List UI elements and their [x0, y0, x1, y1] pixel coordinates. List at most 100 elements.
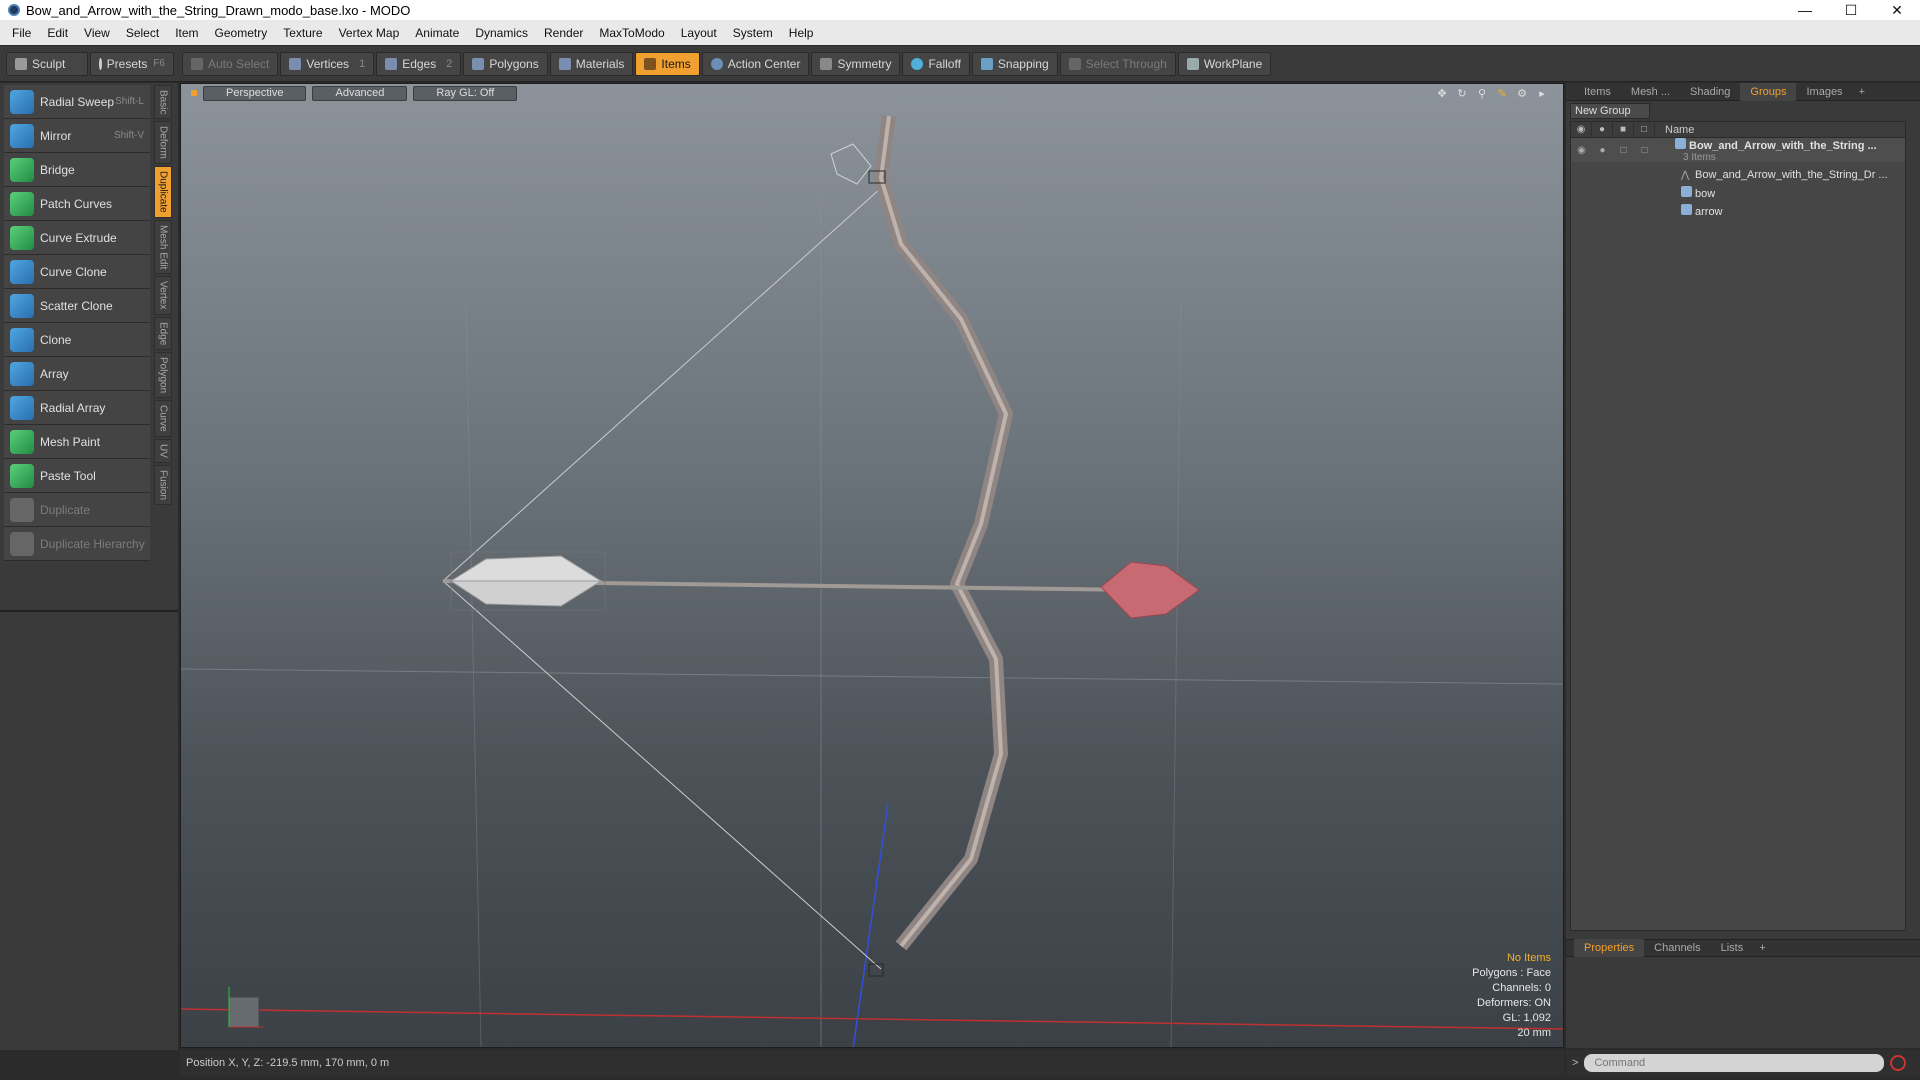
tab-mesh[interactable]: Mesh ... — [1621, 83, 1680, 101]
menu-select[interactable]: Select — [118, 26, 167, 40]
auto-select-button[interactable]: Auto Select — [182, 51, 279, 76]
polygons-button[interactable]: Polygons — [463, 51, 548, 76]
visibility-column-icon[interactable]: ◉ — [1571, 121, 1592, 138]
3d-viewport[interactable]: Perspective Advanced Ray GL: Off ✥ ↻ ⚲ ✎… — [180, 83, 1564, 1048]
tree-item[interactable]: ⋀ Bow_and_Arrow_with_the_String_Dr ... — [1571, 166, 1905, 184]
tab-groups[interactable]: Groups — [1740, 82, 1797, 101]
vertices-button[interactable]: Vertices 1 — [280, 51, 375, 76]
menu-view[interactable]: View — [76, 26, 118, 40]
menu-maxtomodo[interactable]: MaxToModo — [591, 26, 672, 40]
command-input[interactable] — [1584, 1054, 1885, 1072]
tab-duplicate[interactable]: Duplicate — [154, 166, 172, 218]
menu-vertex-map[interactable]: Vertex Map — [331, 26, 408, 40]
raygl-button[interactable]: Ray GL: Off — [413, 85, 518, 101]
menu-edit[interactable]: Edit — [39, 26, 76, 40]
tab-items[interactable]: Items — [1574, 83, 1621, 101]
radial-sweep-tool[interactable]: Radial Sweep Shift-L — [4, 85, 150, 119]
crosshair-icon — [710, 57, 723, 70]
menu-animate[interactable]: Animate — [407, 26, 467, 40]
rotate-view-icon[interactable]: ↻ — [1455, 86, 1469, 100]
eye-icon[interactable]: ◉ — [1571, 145, 1592, 156]
maximize-icon[interactable]: ☐ — [1828, 0, 1874, 20]
tab-polygon[interactable]: Polygon — [154, 352, 172, 399]
tab-shading[interactable]: Shading — [1680, 83, 1740, 101]
scatter-clone-tool[interactable]: Scatter Clone — [4, 289, 150, 323]
duplicate-hierarchy-tool[interactable]: Duplicate Hierarchy — [4, 527, 150, 561]
menu-texture[interactable]: Texture — [275, 26, 330, 40]
tree-item[interactable]: bow — [1571, 184, 1905, 202]
radial-sweep-icon — [10, 89, 34, 114]
advanced-shading-button[interactable]: Advanced — [312, 85, 408, 101]
edges-icon — [385, 57, 398, 70]
tab-mesh-edit[interactable]: Mesh Edit — [154, 219, 172, 275]
array-tool[interactable]: Array — [4, 357, 150, 391]
menu-dynamics[interactable]: Dynamics — [467, 26, 536, 40]
falloff-button[interactable]: Falloff — [902, 51, 970, 76]
render-column-icon[interactable]: ● — [1592, 121, 1613, 138]
mesh-paint-tool[interactable]: Mesh Paint — [4, 425, 150, 459]
gear-icon[interactable]: ⚙ — [1515, 86, 1529, 100]
tab-edge[interactable]: Edge — [154, 316, 172, 351]
tab-curve[interactable]: Curve — [154, 400, 172, 437]
snapping-button[interactable]: Snapping — [971, 51, 1058, 76]
tab-lists[interactable]: Lists — [1711, 939, 1754, 957]
menu-system[interactable]: System — [725, 26, 781, 40]
bridge-tool[interactable]: Bridge — [4, 153, 150, 187]
radial-array-tool[interactable]: Radial Array — [4, 391, 150, 425]
items-button[interactable]: Items — [635, 51, 700, 76]
menu-geometry[interactable]: Geometry — [207, 26, 276, 40]
menu-file[interactable]: File — [4, 26, 39, 40]
patch-curves-tool[interactable]: Patch Curves — [4, 187, 150, 221]
tab-fusion[interactable]: Fusion — [154, 464, 172, 505]
paste-tool[interactable]: Paste Tool — [4, 459, 150, 493]
tab-basic[interactable]: Basic — [154, 85, 172, 120]
minimize-icon[interactable]: — — [1782, 0, 1828, 20]
tab-uv[interactable]: UV — [154, 438, 172, 463]
pencil-icon[interactable]: ✎ — [1495, 86, 1509, 100]
menu-help[interactable]: Help — [781, 26, 822, 40]
select-through-button[interactable]: Select Through — [1059, 51, 1176, 76]
tree-item[interactable]: arrow — [1571, 202, 1905, 220]
add-tab-icon[interactable]: + — [1853, 83, 1871, 101]
clone-tool[interactable]: Clone — [4, 323, 150, 357]
zoom-view-icon[interactable]: ⚲ — [1475, 86, 1489, 100]
menu-render[interactable]: Render — [536, 26, 591, 40]
tab-channels[interactable]: Channels — [1644, 939, 1710, 957]
main-toolbar: Sculpt Presets F6 Auto Select Vertices 1 E… — [0, 46, 1920, 82]
sculpt-button[interactable]: Sculpt — [6, 51, 88, 76]
workplane-button[interactable]: WorkPlane — [1177, 51, 1272, 76]
curve-clone-tool[interactable]: Curve Clone — [4, 255, 150, 289]
play-icon[interactable]: ▸ — [1535, 86, 1549, 100]
menu-item[interactable]: Item — [167, 26, 206, 40]
action-center-button[interactable]: Action Center — [701, 51, 810, 76]
viewport-menu-icon[interactable] — [191, 90, 197, 96]
stop-icon[interactable] — [1890, 1055, 1907, 1071]
perspective-button[interactable]: Perspective — [203, 85, 307, 101]
new-group-button[interactable]: New Group — [1570, 103, 1650, 119]
lock-icon[interactable]: □ — [1613, 145, 1634, 156]
select-icon[interactable]: □ — [1634, 145, 1655, 156]
viewport-nav-icons: ✥ ↻ ⚲ ✎ ⚙ ▸ — [1429, 86, 1549, 100]
edges-button[interactable]: Edges 2 — [376, 51, 462, 76]
axis-orientation-gizmo[interactable] — [228, 996, 260, 1028]
mesh-paint-icon — [10, 429, 34, 454]
move-view-icon[interactable]: ✥ — [1435, 86, 1449, 100]
menu-layout[interactable]: Layout — [673, 26, 725, 40]
lock-column-icon[interactable]: ■ — [1613, 121, 1634, 138]
duplicate-tool[interactable]: Duplicate — [4, 493, 150, 527]
render-icon[interactable]: ● — [1592, 145, 1613, 156]
symmetry-button[interactable]: Symmetry — [811, 51, 901, 76]
tab-vertex[interactable]: Vertex — [154, 276, 172, 315]
group-row[interactable]: ◉ ● □ □ Bow_and_Arrow_with_the_String ... 3… — [1571, 137, 1905, 163]
tab-deform[interactable]: Deform — [154, 121, 172, 165]
mirror-tool[interactable]: Mirror Shift-V — [4, 119, 150, 153]
close-icon[interactable]: ✕ — [1874, 0, 1920, 20]
select-column-icon[interactable]: □ — [1634, 121, 1655, 138]
curve-extrude-tool[interactable]: Curve Extrude — [4, 221, 150, 255]
tab-properties[interactable]: Properties — [1574, 939, 1645, 957]
materials-button[interactable]: Materials — [549, 51, 634, 76]
presets-button[interactable]: Presets F6 — [90, 51, 174, 76]
item-list-tabs: Items Mesh ... Shading Groups Images + — [1566, 82, 1920, 101]
tab-images[interactable]: Images — [1796, 83, 1852, 101]
add-property-tab-icon[interactable]: + — [1753, 939, 1771, 957]
